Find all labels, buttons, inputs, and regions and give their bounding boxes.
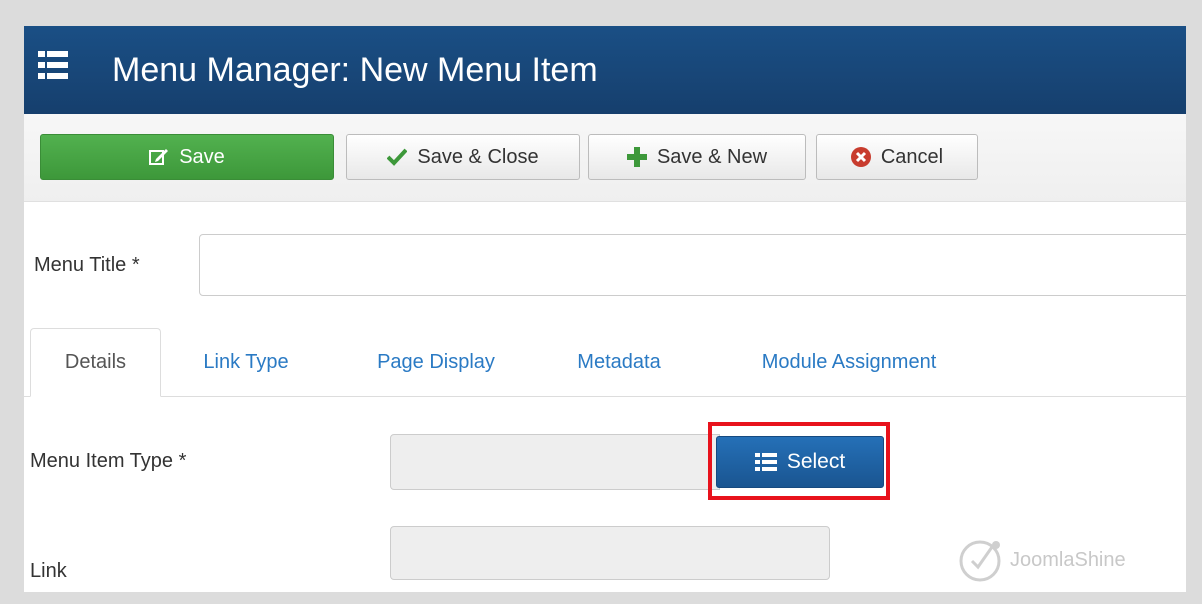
app-window: Menu Manager: New Menu Item Save Save & … (24, 26, 1186, 592)
save-new-button[interactable]: Save & New (588, 134, 806, 180)
watermark-text: JoomlaShine (1010, 548, 1126, 571)
page-header: Menu Manager: New Menu Item (24, 26, 1186, 114)
plus-icon (626, 147, 647, 167)
tab-module-assignment[interactable]: Module Assignment (714, 328, 984, 397)
cancel-icon (850, 147, 871, 167)
joomlashine-watermark: JoomlaShine (958, 530, 1126, 590)
cancel-label: Cancel (880, 145, 944, 168)
select-label: Select (786, 450, 846, 473)
save-button[interactable]: Save (40, 134, 334, 180)
link-label: Link (30, 560, 67, 582)
list-icon (38, 50, 68, 80)
tab-page-display[interactable]: Page Display (346, 328, 526, 397)
save-label: Save (179, 145, 225, 168)
select-button[interactable]: Select (716, 436, 884, 488)
edit-icon (149, 148, 169, 166)
page-title: Menu Manager: New Menu Item (112, 51, 598, 89)
toolbar: Save Save & Close Save & New Cancel (24, 114, 1186, 202)
save-close-button[interactable]: Save & Close (346, 134, 580, 180)
cancel-button[interactable]: Cancel (816, 134, 978, 180)
tab-metadata[interactable]: Metadata (554, 328, 684, 397)
save-new-label: Save & New (656, 145, 768, 168)
tab-link-type[interactable]: Link Type (176, 328, 316, 397)
check-icon (387, 148, 408, 166)
menu-title-label: Menu Title * (34, 254, 140, 276)
menu-title-input[interactable] (199, 234, 1186, 296)
menu-item-type-label: Menu Item Type * (30, 450, 187, 472)
save-close-label: Save & Close (417, 145, 539, 168)
link-field (390, 526, 830, 580)
tab-details[interactable]: Details (30, 328, 161, 397)
list-icon (754, 452, 777, 472)
joomlashine-logo-icon (959, 540, 1001, 582)
menu-item-type-field (390, 434, 720, 490)
